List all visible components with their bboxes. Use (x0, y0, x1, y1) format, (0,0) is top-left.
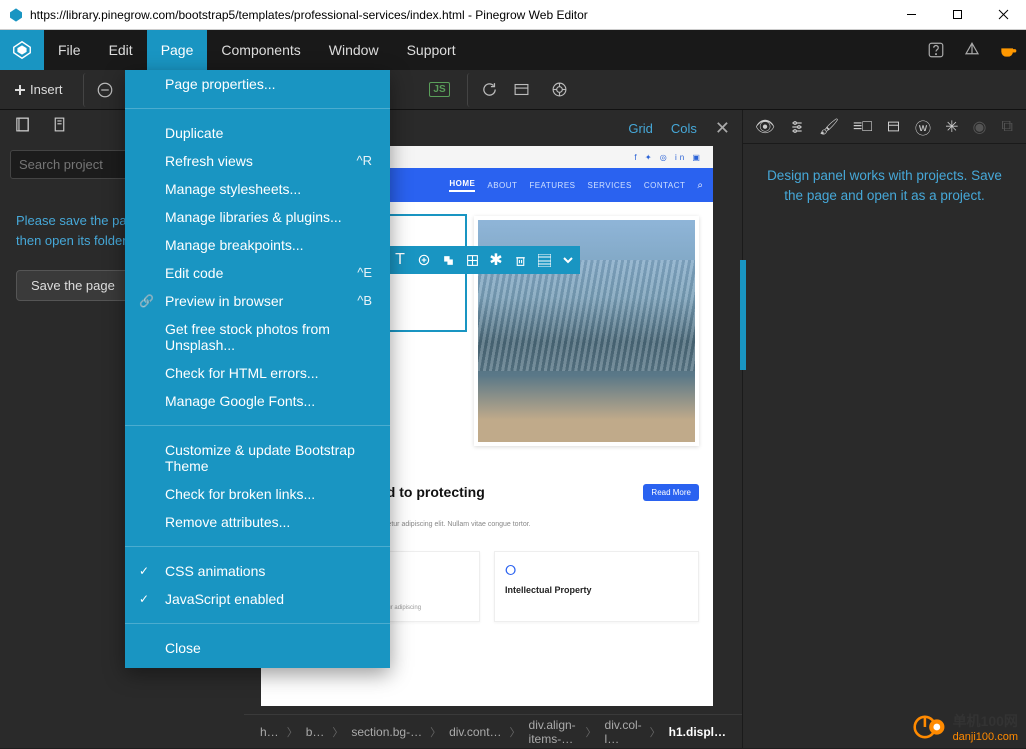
insert-button[interactable]: Insert (10, 82, 73, 97)
design-panel: 👁 🖌 ≡□ ⓦ ✳ ◉ ⧉ Design panel works with p… (742, 110, 1026, 748)
coffee-icon[interactable] (990, 30, 1026, 70)
page-menu-dropdown: Page properties... DuplicateRefresh views… (125, 70, 390, 668)
grid-button[interactable] (460, 246, 484, 274)
crumb-1[interactable]: b… (298, 722, 333, 742)
read-more-button[interactable]: Read More (643, 484, 699, 501)
breadcrumb: h…〉 b…〉 section.bg-…〉 div.cont…〉 div.ali… (244, 714, 742, 748)
panel-layers-icon[interactable] (886, 117, 901, 137)
page-menu-item-4[interactable]: Manage stylesheets... (125, 175, 390, 203)
nav-contact[interactable]: CONTACT (644, 181, 686, 190)
page-menu-item-10[interactable]: Check for HTML errors... (125, 359, 390, 387)
js-toggle[interactable]: JS (423, 73, 457, 107)
insert-element-button[interactable] (412, 246, 436, 274)
page-menu-item-20[interactable]: Close (125, 634, 390, 662)
crumb-5[interactable]: div.col-l… (597, 715, 650, 749)
close-canvas-button[interactable]: ✕ (715, 118, 730, 139)
page-menu-item-17[interactable]: ✓CSS animations (125, 557, 390, 585)
tools-icon[interactable] (954, 30, 990, 70)
social-icons: f ✦ ◎ in ▣ (634, 153, 703, 162)
menu-edit[interactable]: Edit (95, 30, 147, 70)
crumb-4[interactable]: div.align-items-… (521, 715, 586, 749)
crumb-2[interactable]: section.bg-… (343, 722, 430, 742)
app-logo[interactable] (0, 30, 44, 70)
page-menu-item-13[interactable]: Customize & update Bootstrap Theme (125, 436, 390, 480)
window-titlebar: https://library.pinegrow.com/bootstrap5/… (0, 0, 1026, 30)
pages-tab-icon[interactable] (51, 116, 68, 138)
panel-eye-icon[interactable]: 👁 (755, 117, 775, 137)
nav-home[interactable]: HOME (449, 179, 475, 192)
window-minimize-button[interactable] (888, 0, 934, 30)
panel-settings-icon[interactable] (789, 117, 805, 137)
help-icon[interactable] (918, 30, 954, 70)
crumb-0[interactable]: h… (252, 722, 287, 742)
page-menu-item-0[interactable]: Page properties... (125, 70, 390, 98)
page-menu-item-11[interactable]: Manage Google Fonts... (125, 387, 390, 415)
grid-tab[interactable]: Grid (628, 121, 653, 136)
delete-button[interactable] (508, 246, 532, 274)
window-title: https://library.pinegrow.com/bootstrap5/… (30, 8, 888, 22)
interactions-button[interactable]: ✱ (484, 246, 508, 274)
page-menu-item-15[interactable]: Remove attributes... (125, 508, 390, 536)
reload-button[interactable] (467, 73, 501, 107)
search-icon[interactable]: ⌕ (697, 180, 703, 191)
panel-copy-icon[interactable]: ⧉ (1000, 117, 1014, 137)
browser-preview-button[interactable] (543, 73, 577, 107)
page-menu-item-7[interactable]: Edit code^E (125, 259, 390, 287)
design-panel-message: Design panel works with projects. Save t… (743, 144, 1026, 229)
panel-resize-handle[interactable] (740, 260, 746, 370)
menu-page[interactable]: Page (147, 30, 208, 70)
panel-wordpress-icon[interactable]: ⓦ (915, 117, 931, 137)
insert-label: Insert (30, 82, 63, 97)
menu-support[interactable]: Support (393, 30, 470, 70)
crumb-6[interactable]: h1.displ… (661, 722, 734, 742)
window-close-button[interactable] (980, 0, 1026, 30)
files-tab-icon[interactable] (14, 116, 31, 138)
menu-file[interactable]: File (44, 30, 95, 70)
menu-window[interactable]: Window (315, 30, 393, 70)
page-menu-item-5[interactable]: Manage libraries & plugins... (125, 203, 390, 231)
cols-tab[interactable]: Cols (671, 121, 697, 136)
element-floating-toolbar: T ✱ (388, 246, 580, 274)
nav-features[interactable]: FEATURES (529, 181, 575, 190)
page-menu-item-14[interactable]: Check for broken links... (125, 480, 390, 508)
edit-text-button[interactable]: T (388, 246, 412, 274)
menu-components[interactable]: Components (207, 30, 314, 70)
menubar: File Edit Page Components Window Support (0, 30, 1026, 70)
page-menu-item-6[interactable]: Manage breakpoints... (125, 231, 390, 259)
save-page-button[interactable]: Save the page (16, 270, 130, 301)
panel-brush-icon[interactable]: 🖌 (819, 117, 839, 137)
page-menu-item-8[interactable]: 🔗Preview in browser^B (125, 287, 390, 315)
panel-visibility-icon[interactable]: ◉ (973, 117, 987, 137)
page-menu-item-9[interactable]: Get free stock photos from Unsplash... (125, 315, 390, 359)
window-maximize-button[interactable] (934, 0, 980, 30)
view-toggle[interactable] (505, 73, 539, 107)
crumb-3[interactable]: div.cont… (441, 722, 509, 742)
page-menu-item-18[interactable]: ✓JavaScript enabled (125, 585, 390, 613)
more-dropdown[interactable] (556, 246, 580, 274)
page-menu-item-3[interactable]: Refresh views^R (125, 147, 390, 175)
badge-icon: ⭘ (505, 562, 688, 579)
panel-star-icon[interactable]: ✳ (945, 117, 959, 137)
app-icon (8, 7, 24, 23)
nav-services[interactable]: SERVICES (588, 181, 632, 190)
undo-button[interactable] (83, 73, 117, 107)
css-grid-button[interactable] (532, 246, 556, 274)
page-menu-item-2[interactable]: Duplicate (125, 119, 390, 147)
nav-about[interactable]: ABOUT (487, 181, 517, 190)
duplicate-button[interactable] (436, 246, 460, 274)
card-intellectual-property: ⭘ Intellectual Property (494, 551, 699, 622)
panel-align-icon[interactable]: ≡□ (853, 117, 872, 137)
